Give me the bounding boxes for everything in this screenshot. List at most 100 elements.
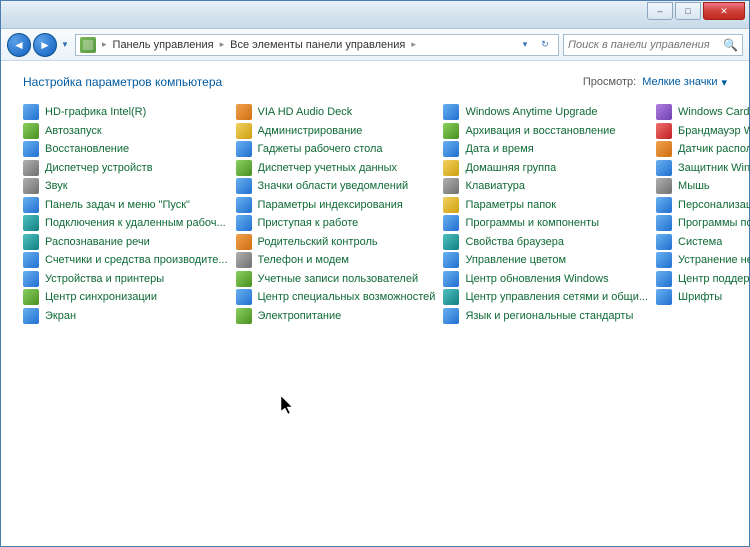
column-3: Windows CardSpace Брандмауэр Windows Датчи… xyxy=(652,103,750,325)
cp-item[interactable]: Звук xyxy=(19,177,232,196)
item-label: Значки области уведомлений xyxy=(258,180,409,192)
cp-item[interactable]: Windows Anytime Upgrade xyxy=(439,103,652,122)
item-icon xyxy=(443,197,459,213)
view-dropdown[interactable]: Мелкие значки ▾ xyxy=(642,76,727,89)
control-panel-icon xyxy=(80,37,96,53)
cp-item[interactable]: Диспетчер учетных данных xyxy=(232,159,440,178)
item-icon xyxy=(656,197,672,213)
cp-item[interactable]: Мышь xyxy=(652,177,750,196)
cp-item[interactable]: HD-графика Intel(R) xyxy=(19,103,232,122)
item-label: Телефон и модем xyxy=(258,254,349,266)
cp-item[interactable]: Система xyxy=(652,233,750,252)
minimize-button[interactable]: – xyxy=(647,2,673,20)
crumb-separator: ▸ xyxy=(411,39,416,50)
close-button[interactable]: ✕ xyxy=(703,2,745,20)
cp-item[interactable]: Домашняя группа xyxy=(439,159,652,178)
item-icon xyxy=(23,252,39,268)
back-button[interactable]: ◄ xyxy=(7,33,31,57)
refresh-button[interactable]: ↻ xyxy=(536,36,554,54)
cp-item[interactable]: Устранение неполадок xyxy=(652,251,750,270)
cp-item[interactable]: Параметры индексирования xyxy=(232,196,440,215)
cp-item[interactable]: Автозапуск xyxy=(19,122,232,141)
item-label: Датчик расположения и другие дат... xyxy=(678,143,750,155)
cp-item[interactable]: Клавиатура xyxy=(439,177,652,196)
cp-item[interactable]: Брандмауэр Windows xyxy=(652,122,750,141)
history-dropdown[interactable]: ▼ xyxy=(59,35,71,55)
search-bar[interactable]: 🔍 xyxy=(563,34,743,56)
item-label: Диспетчер учетных данных xyxy=(258,162,398,174)
cp-item[interactable]: Шрифты xyxy=(652,288,750,307)
cp-item[interactable]: Экран xyxy=(19,307,232,326)
maximize-button[interactable]: □ xyxy=(675,2,701,20)
cp-item[interactable]: Родительский контроль xyxy=(232,233,440,252)
cp-item[interactable]: Центр поддержки xyxy=(652,270,750,289)
item-label: Устройства и принтеры xyxy=(45,273,164,285)
item-icon xyxy=(443,141,459,157)
address-dropdown[interactable]: ▾ xyxy=(516,36,534,54)
cp-item[interactable]: VIA HD Audio Deck xyxy=(232,103,440,122)
item-icon xyxy=(23,104,39,120)
item-icon xyxy=(443,252,459,268)
item-label: Автозапуск xyxy=(45,125,102,137)
item-icon xyxy=(23,123,39,139)
cp-item[interactable]: Центр специальных возможностей xyxy=(232,288,440,307)
item-icon xyxy=(23,271,39,287)
cp-item[interactable]: Приступая к работе xyxy=(232,214,440,233)
cp-item[interactable]: Windows CardSpace xyxy=(652,103,750,122)
cp-item[interactable]: Управление цветом xyxy=(439,251,652,270)
item-label: Подключения к удаленным рабоч... xyxy=(45,217,226,229)
item-label: Windows CardSpace xyxy=(678,106,750,118)
search-input[interactable] xyxy=(568,39,723,51)
cp-item[interactable]: Восстановление xyxy=(19,140,232,159)
cp-item[interactable]: Телефон и модем xyxy=(232,251,440,270)
cp-item[interactable]: Программы и компоненты xyxy=(439,214,652,233)
cp-item[interactable]: Устройства и принтеры xyxy=(19,270,232,289)
cp-item[interactable]: Панель задач и меню "Пуск" xyxy=(19,196,232,215)
cp-item[interactable]: Администрирование xyxy=(232,122,440,141)
cp-item[interactable]: Центр синхронизации xyxy=(19,288,232,307)
item-icon xyxy=(443,289,459,305)
cp-item[interactable]: Значки области уведомлений xyxy=(232,177,440,196)
item-icon xyxy=(236,252,252,268)
cp-item[interactable]: Архивация и восстановление xyxy=(439,122,652,141)
item-label: Панель задач и меню "Пуск" xyxy=(45,199,190,211)
item-icon xyxy=(236,104,252,120)
item-label: Распознавание речи xyxy=(45,236,150,248)
item-label: Гаджеты рабочего стола xyxy=(258,143,383,155)
address-bar[interactable]: ▸ Панель управления ▸ Все элементы панел… xyxy=(75,34,559,56)
item-label: Счетчики и средства производите... xyxy=(45,254,228,266)
cp-item[interactable]: Защитник Windows xyxy=(652,159,750,178)
cp-item[interactable]: Датчик расположения и другие дат... xyxy=(652,140,750,159)
cp-item[interactable]: Счетчики и средства производите... xyxy=(19,251,232,270)
cp-item[interactable]: Электропитание xyxy=(232,307,440,326)
item-label: Брандмауэр Windows xyxy=(678,125,750,137)
item-icon xyxy=(443,123,459,139)
breadcrumb-0[interactable]: Панель управления xyxy=(113,39,214,51)
item-label: Центр специальных возможностей xyxy=(258,291,436,303)
cp-item[interactable]: Свойства браузера xyxy=(439,233,652,252)
cp-item[interactable]: Параметры папок xyxy=(439,196,652,215)
cp-item[interactable]: Центр управления сетями и общи... xyxy=(439,288,652,307)
item-label: VIA HD Audio Deck xyxy=(258,106,353,118)
cp-item[interactable]: Программы по умолчанию xyxy=(652,214,750,233)
cp-item[interactable]: Гаджеты рабочего стола xyxy=(232,140,440,159)
cp-item[interactable]: Центр обновления Windows xyxy=(439,270,652,289)
cp-item[interactable]: Учетные записи пользователей xyxy=(232,270,440,289)
item-label: Программы по умолчанию xyxy=(678,217,750,229)
breadcrumb-1[interactable]: Все элементы панели управления xyxy=(230,39,405,51)
cp-item[interactable]: Дата и время xyxy=(439,140,652,159)
item-icon xyxy=(23,160,39,176)
item-label: Система xyxy=(678,236,722,248)
cp-item[interactable]: Персонализация xyxy=(652,196,750,215)
item-label: Администрирование xyxy=(258,125,363,137)
item-icon xyxy=(443,308,459,324)
header-row: Настройка параметров компьютера Просмотр… xyxy=(1,61,749,99)
crumb-separator: ▸ xyxy=(102,39,107,50)
item-label: Мышь xyxy=(678,180,710,192)
cp-item[interactable]: Язык и региональные стандарты xyxy=(439,307,652,326)
forward-button[interactable]: ► xyxy=(33,33,57,57)
cp-item[interactable]: Распознавание речи xyxy=(19,233,232,252)
cp-item[interactable]: Подключения к удаленным рабоч... xyxy=(19,214,232,233)
cp-item[interactable]: Диспетчер устройств xyxy=(19,159,232,178)
item-label: Параметры папок xyxy=(465,199,556,211)
